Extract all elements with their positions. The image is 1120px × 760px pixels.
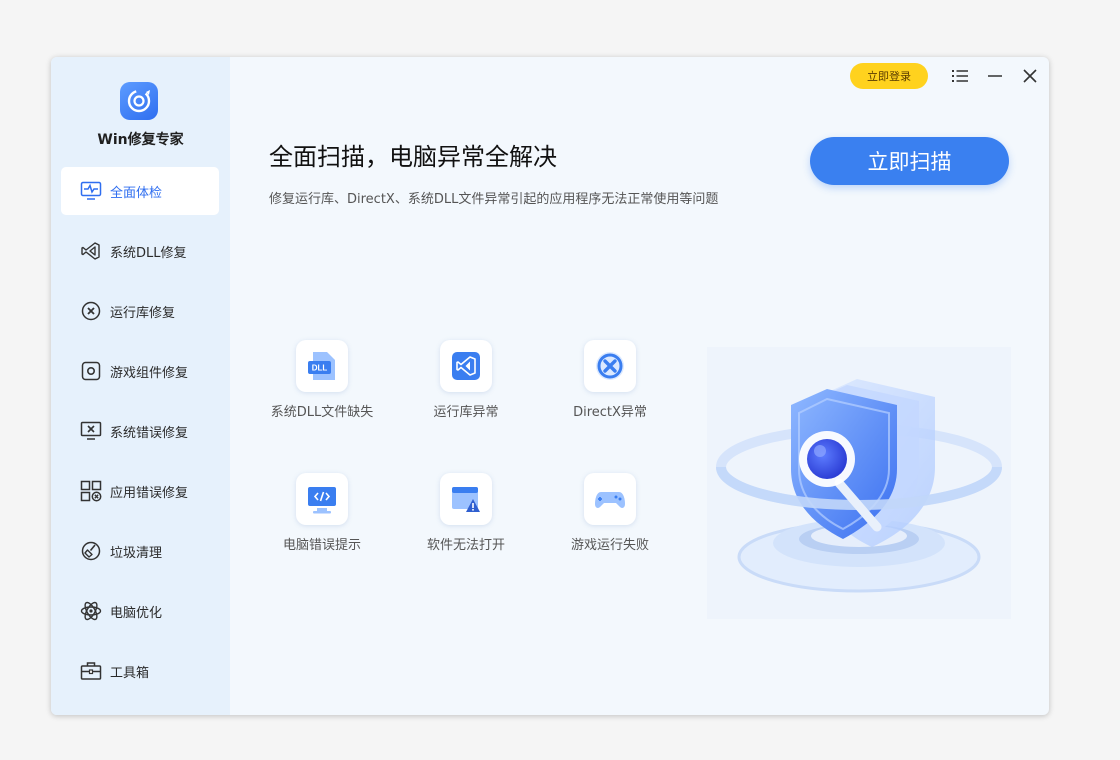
feature-label: 运行库异常 <box>433 405 499 420</box>
monitor-code-icon <box>296 473 348 525</box>
app-grid-x-icon <box>80 480 102 502</box>
sidebar-item-label: 游戏组件修复 <box>110 365 189 381</box>
sidebar-item-label: 垃圾清理 <box>110 545 163 561</box>
sidebar-item-full-check[interactable]: 全面体检 <box>61 167 219 215</box>
page-subtitle: 修复运行库、DirectX、系统DLL文件异常引起的应用程序无法正常使用等问题 <box>269 192 719 207</box>
gamepad-icon <box>584 473 636 525</box>
dll-file-icon: DLL <box>296 340 348 392</box>
window-warning-icon <box>440 473 492 525</box>
app-window: Win修复专家 全面体检 系统DLL修复 运行库修复 游戏组件修复 系统错误修复… <box>51 57 1049 715</box>
feature-runtime-error: 运行库异常 <box>406 340 526 420</box>
sidebar-item-runtime-repair[interactable]: 运行库修复 <box>61 287 219 335</box>
sidebar-item-pc-optimize[interactable]: 电脑优化 <box>61 587 219 635</box>
monitor-pulse-icon <box>80 180 102 202</box>
list-menu-icon[interactable] <box>949 65 971 87</box>
sidebar-item-label: 运行库修复 <box>110 305 176 321</box>
sidebar-item-game-component-repair[interactable]: 游戏组件修复 <box>61 347 219 395</box>
sidebar-item-label: 全面体检 <box>110 185 163 201</box>
circle-x-icon <box>80 300 102 322</box>
toolbox-icon <box>80 660 102 682</box>
feature-software-cannot-open: 软件无法打开 <box>406 473 526 553</box>
feature-dll-missing: DLL 系统DLL文件缺失 <box>262 340 382 420</box>
scan-now-button[interactable]: 立即扫描 <box>810 137 1009 185</box>
visual-studio-icon <box>440 340 492 392</box>
sidebar: Win修复专家 全面体检 系统DLL修复 运行库修复 游戏组件修复 系统错误修复… <box>51 57 230 715</box>
monitor-x-icon <box>80 420 102 442</box>
sidebar-item-system-error-repair[interactable]: 系统错误修复 <box>61 407 219 455</box>
directx-x-icon <box>584 340 636 392</box>
minimize-icon[interactable] <box>984 65 1006 87</box>
feature-label: 游戏运行失败 <box>570 538 649 553</box>
sidebar-item-toolbox[interactable]: 工具箱 <box>61 647 219 695</box>
shield-scan-illustration <box>707 347 1011 619</box>
gear-square-icon <box>80 360 102 382</box>
sidebar-item-dll-repair[interactable]: 系统DLL修复 <box>61 227 219 275</box>
sidebar-item-app-error-repair[interactable]: 应用错误修复 <box>61 467 219 515</box>
app-name: Win修复专家 <box>97 132 184 148</box>
broom-icon <box>80 540 102 562</box>
svg-text:DLL: DLL <box>312 364 328 373</box>
page-title: 全面扫描，电脑异常全解决 <box>269 143 557 171</box>
visual-studio-icon <box>80 240 102 262</box>
sidebar-item-label: 工具箱 <box>110 665 150 681</box>
atom-icon <box>80 600 102 622</box>
sidebar-item-label: 系统错误修复 <box>110 425 189 441</box>
app-logo-icon <box>120 82 158 120</box>
sidebar-item-junk-clean[interactable]: 垃圾清理 <box>61 527 219 575</box>
feature-label: 系统DLL文件缺失 <box>270 405 374 420</box>
feature-label: DirectX异常 <box>573 405 647 420</box>
feature-label: 电脑错误提示 <box>282 538 361 553</box>
feature-pc-error-prompt: 电脑错误提示 <box>262 473 382 553</box>
login-button[interactable]: 立即登录 <box>850 63 928 89</box>
feature-game-run-failed: 游戏运行失败 <box>550 473 670 553</box>
sidebar-item-label: 应用错误修复 <box>110 485 189 501</box>
feature-label: 软件无法打开 <box>426 538 505 553</box>
sidebar-item-label: 系统DLL修复 <box>110 245 187 261</box>
close-icon[interactable] <box>1019 65 1041 87</box>
sidebar-item-label: 电脑优化 <box>110 605 163 621</box>
feature-directx-error: DirectX异常 <box>550 340 670 420</box>
